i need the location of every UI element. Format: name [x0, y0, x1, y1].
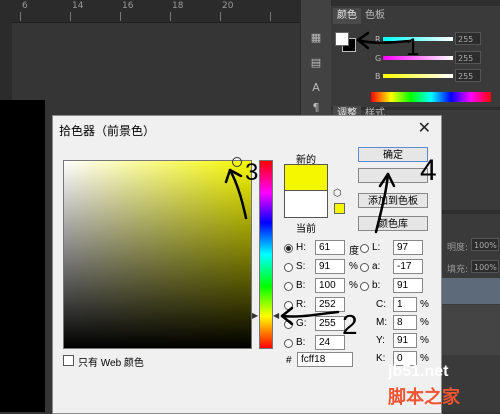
brightness-label: B:: [296, 280, 306, 291]
hex-label: #: [286, 355, 292, 366]
channel-b-value[interactable]: 255: [455, 69, 481, 82]
blue-input[interactable]: 24: [315, 335, 345, 350]
channel-b-slider[interactable]: [383, 74, 453, 78]
tab-swatches[interactable]: 色板: [361, 8, 389, 24]
cyan-label: C:: [376, 299, 386, 310]
cyan-unit: %: [420, 299, 429, 310]
ruler-label: 16: [122, 1, 134, 11]
lab-l-label: L:: [372, 242, 381, 253]
close-icon[interactable]: ✕: [418, 118, 431, 138]
web-safe-swatch[interactable]: [334, 203, 345, 214]
hue-input[interactable]: 61: [315, 240, 345, 255]
channel-g-value[interactable]: 255: [455, 51, 481, 64]
saturation-brightness-field[interactable]: [63, 157, 252, 349]
channel-r-slider[interactable]: [383, 37, 453, 41]
green-radio[interactable]: [284, 320, 293, 329]
green-input[interactable]: 255: [315, 316, 345, 331]
ok-button[interactable]: 确定: [358, 147, 428, 162]
ruler-label: 6: [22, 1, 28, 11]
brightness-unit: %: [349, 280, 358, 291]
lab-a-label: a:: [372, 261, 381, 272]
channel-b-label: B: [375, 72, 381, 81]
magenta-unit: %: [420, 317, 429, 328]
watermark-name: 脚本之家: [388, 387, 460, 408]
saturation-label: S:: [296, 261, 306, 272]
current-color-label: 当前: [296, 224, 316, 235]
yellow-label: Y:: [376, 335, 385, 346]
current-color-swatch[interactable]: [284, 190, 328, 218]
opacity-label: 明度:: [447, 243, 469, 253]
channel-g-label: G: [375, 54, 382, 63]
dialog-title: 拾色器（前景色）: [59, 124, 156, 138]
lab-b-label: b:: [372, 280, 381, 291]
lab-b-radio[interactable]: [360, 282, 369, 291]
magenta-label: M:: [376, 317, 388, 328]
green-label: G:: [296, 318, 307, 329]
brightness-input[interactable]: 100: [315, 278, 345, 293]
ruler-label: 14: [72, 1, 84, 11]
new-color-swatch: [284, 164, 328, 192]
hex-input[interactable]: fcff18: [297, 352, 353, 367]
hue-radio[interactable]: [284, 244, 293, 253]
color-picker-cursor[interactable]: [232, 157, 242, 167]
opacity-value[interactable]: 100%: [471, 238, 499, 251]
hue-slider[interactable]: [259, 160, 273, 349]
layer-row-selected[interactable]: [441, 278, 500, 304]
brightness-radio[interactable]: [284, 282, 293, 291]
hue-unit: 度: [349, 246, 359, 257]
lab-b-input[interactable]: 91: [393, 278, 423, 293]
channel-r-label: R: [375, 35, 381, 44]
red-label: R:: [296, 299, 306, 310]
web-colors-only-label: 只有 Web 颜色: [78, 358, 144, 369]
hue-label: H:: [296, 242, 306, 253]
blue-label: B:: [296, 337, 306, 348]
text-tool-icon[interactable]: A: [308, 80, 324, 96]
out-of-gamut-cube-icon[interactable]: ⬡: [333, 188, 342, 199]
hue-slider-left-handle-icon[interactable]: ▶: [252, 311, 258, 320]
fill-label: 填充:: [447, 265, 469, 275]
swatches-panel-icon[interactable]: ▤: [308, 55, 324, 71]
channel-g-slider[interactable]: [383, 56, 453, 60]
ruler-label: 18: [172, 1, 184, 11]
lab-l-radio[interactable]: [360, 244, 369, 253]
color-spectrum-bar[interactable]: [371, 92, 491, 102]
red-input[interactable]: 252: [315, 297, 345, 312]
yellow-unit: %: [420, 335, 429, 346]
saturation-input[interactable]: 91: [315, 259, 345, 274]
channel-r-value[interactable]: 255: [455, 32, 481, 45]
blue-radio[interactable]: [284, 339, 293, 348]
paragraph-tool-icon[interactable]: ¶: [308, 100, 324, 116]
lab-a-radio[interactable]: [360, 263, 369, 272]
site-watermark: jb51.net 脚本之家: [380, 363, 498, 409]
fill-value[interactable]: 100%: [471, 260, 499, 273]
lab-a-input[interactable]: -17: [393, 259, 423, 274]
saturation-unit: %: [349, 261, 358, 272]
lab-l-input[interactable]: 97: [393, 240, 423, 255]
color-libraries-button[interactable]: 颜色库: [358, 216, 428, 231]
saturation-radio[interactable]: [284, 263, 293, 272]
hue-slider-right-handle-icon[interactable]: ◀: [273, 311, 279, 320]
red-radio[interactable]: [284, 301, 293, 310]
yellow-input[interactable]: 91: [393, 333, 417, 348]
document-canvas[interactable]: [0, 100, 45, 412]
magenta-input[interactable]: 8: [393, 315, 417, 330]
layer-list[interactable]: [441, 305, 500, 355]
cyan-input[interactable]: 1: [393, 297, 417, 312]
add-to-swatches-button[interactable]: 添加到色板: [358, 193, 428, 208]
ruler-label: 20: [222, 1, 234, 11]
color-panel-icon[interactable]: ▦: [308, 30, 324, 46]
cancel-button[interactable]: [358, 168, 428, 183]
web-colors-only-checkbox[interactable]: [63, 355, 74, 366]
watermark-url: jb51.net: [388, 363, 449, 380]
tab-color[interactable]: 颜色: [333, 8, 361, 24]
foreground-color-swatch[interactable]: [335, 32, 349, 46]
horizontal-ruler: 6 14 16 18 20: [0, 0, 300, 23]
